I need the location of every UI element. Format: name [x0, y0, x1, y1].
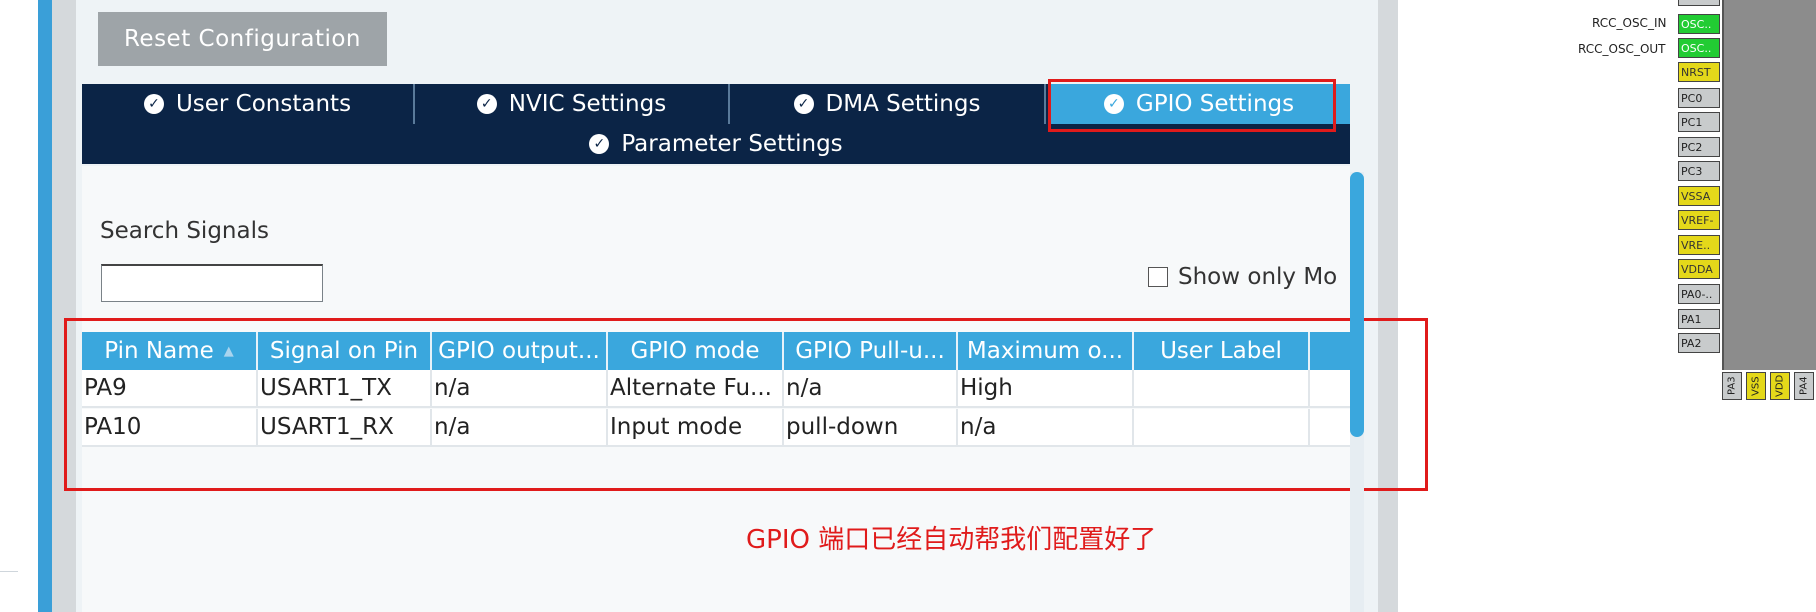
- chip-pin-vref-plus[interactable]: VRE..: [1678, 235, 1720, 255]
- chip-pin-vdda[interactable]: VDDA: [1678, 259, 1720, 279]
- panel-border-left: [52, 0, 76, 612]
- chip-pin-vssa[interactable]: VSSA: [1678, 186, 1720, 206]
- chip-pin-osc-in[interactable]: OSC..: [1678, 14, 1720, 34]
- left-panel-stripe: [38, 0, 52, 612]
- chip-pin-osc-out[interactable]: OSC..: [1678, 38, 1720, 58]
- tab-label: User Constants: [175, 91, 352, 117]
- chip-pin-pc3[interactable]: PC3: [1678, 161, 1720, 181]
- tab-user-constants[interactable]: ✓ User Constants: [82, 84, 415, 124]
- tab-label: NVIC Settings: [508, 91, 667, 117]
- reset-configuration-button[interactable]: Reset Configuration: [98, 12, 387, 66]
- chip-pin-pa1[interactable]: PA1: [1678, 309, 1720, 329]
- show-only-modified-checkbox[interactable]: Show only Mo: [1148, 264, 1337, 290]
- chip-pin-pa0[interactable]: PA0-..: [1678, 284, 1720, 304]
- table-highlight-box: [64, 318, 1428, 491]
- checkbox-icon[interactable]: [1148, 267, 1168, 287]
- chip-pin-pc0[interactable]: PC0: [1678, 88, 1720, 108]
- tab-nvic-settings[interactable]: ✓ NVIC Settings: [415, 84, 730, 124]
- chip-pin-vref-minus[interactable]: VREF-: [1678, 210, 1720, 230]
- search-signals-input[interactable]: [101, 264, 323, 302]
- check-icon: ✓: [589, 134, 610, 154]
- tab-dma-settings[interactable]: ✓ DMA Settings: [730, 84, 1046, 124]
- chip-pin-nrst[interactable]: NRST: [1678, 62, 1720, 82]
- panel-border-right: [1378, 0, 1398, 612]
- tab-label: DMA Settings: [825, 91, 981, 117]
- chip-pin[interactable]: [1678, 0, 1720, 6]
- check-icon: ✓: [793, 94, 814, 114]
- gpio-tab-highlight-box: [1048, 79, 1336, 132]
- annotation-text: GPIO 端口已经自动帮我们配置好了: [746, 525, 1157, 555]
- chip-pin-vss[interactable]: VSS: [1746, 372, 1766, 400]
- search-signals-label: Search Signals: [100, 218, 269, 244]
- chip-pin-pc1[interactable]: PC1: [1678, 112, 1720, 132]
- show-only-label: Show only Mo: [1178, 264, 1338, 290]
- signal-label-rcc-osc-in: RCC_OSC_IN: [1592, 16, 1667, 30]
- chip-pin-pa2[interactable]: PA2: [1678, 333, 1720, 353]
- check-icon: ✓: [476, 94, 497, 114]
- scrollbar-thumb[interactable]: [1350, 172, 1364, 437]
- chip-pin-vdd[interactable]: VDD: [1770, 372, 1790, 400]
- check-icon: ✓: [143, 94, 164, 114]
- chip-pin-pa4[interactable]: PA4: [1794, 372, 1814, 400]
- mcu-chip-body: [1722, 0, 1816, 370]
- divider: [0, 571, 18, 572]
- chip-pin-pa3[interactable]: PA3: [1722, 372, 1742, 400]
- signal-label-rcc-osc-out: RCC_OSC_OUT: [1578, 42, 1666, 56]
- chip-pin-pc2[interactable]: PC2: [1678, 137, 1720, 157]
- tab-label: Parameter Settings: [621, 131, 843, 157]
